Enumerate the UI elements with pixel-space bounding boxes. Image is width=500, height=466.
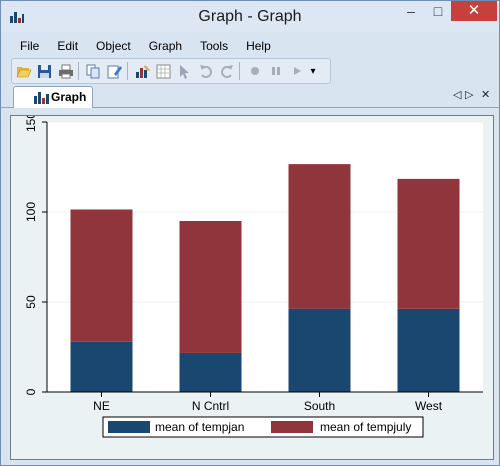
bar-tempjan-ne	[70, 341, 133, 392]
bar-tempjuly-ne	[70, 209, 133, 342]
pointer-button[interactable]	[175, 61, 194, 81]
menu-object[interactable]: Object	[87, 36, 140, 56]
save-button[interactable]	[35, 61, 54, 81]
menu-file[interactable]: File	[11, 36, 48, 56]
x-tick-label: NE	[93, 399, 110, 413]
toolbar: ▾	[11, 58, 331, 84]
print-icon	[58, 64, 73, 78]
tab-close-button[interactable]: ✕	[481, 88, 490, 101]
record-button[interactable]	[245, 61, 264, 81]
pause-icon	[271, 67, 280, 75]
x-tick-label: N Cntrl	[192, 399, 229, 413]
close-button[interactable]: ✕	[451, 1, 497, 21]
bar-tempjuly-south	[288, 164, 351, 309]
menu-bar: File Edit Object Graph Tools Help	[11, 36, 280, 56]
legend-label: mean of tempjan	[155, 420, 244, 434]
undo-icon	[199, 65, 212, 78]
x-tick-label: West	[415, 399, 443, 413]
document-tab-row: Graph ◁ ▷ ✕	[1, 85, 499, 108]
redo-icon	[220, 65, 233, 78]
maximize-button[interactable]: □	[425, 1, 451, 21]
bar-tempjan-west	[397, 308, 460, 392]
open-icon	[16, 67, 31, 78]
print-button[interactable]	[56, 61, 75, 81]
legend-label: mean of tempjuly	[320, 420, 411, 434]
title-bar[interactable]: Graph - Graph – □ ✕	[1, 1, 499, 32]
data-editor-icon	[156, 64, 171, 78]
minimize-button[interactable]: –	[397, 1, 425, 21]
graph-window: Graph - Graph – □ ✕ File Edit Object Gra…	[0, 0, 500, 466]
x-tick-label: South	[304, 399, 335, 413]
menu-tools[interactable]: Tools	[191, 36, 237, 56]
y-tick-label: 50	[24, 295, 38, 309]
menu-help[interactable]: Help	[237, 36, 280, 56]
play-button[interactable]	[287, 61, 306, 81]
bar-tempjan-n-cntrl	[179, 352, 242, 392]
y-tick-label: 0	[24, 388, 38, 395]
graph-canvas[interactable]: 0 50 100 150 NE N Cntrl South West mean of tempj…	[10, 112, 494, 460]
redo-button[interactable]	[217, 61, 236, 81]
bar-tempjuly-n-cntrl	[179, 221, 242, 353]
open-button[interactable]	[14, 61, 33, 81]
stacked-bar-chart: 0 50 100 150 NE N Cntrl South West mean of tempj…	[24, 112, 483, 438]
rename-icon	[107, 65, 122, 78]
data-editor-button[interactable]	[154, 61, 173, 81]
bar-tempjuly-west	[397, 178, 460, 309]
copy-button[interactable]	[84, 61, 103, 81]
graph-editor-icon	[135, 64, 150, 78]
tab-graph[interactable]: Graph	[13, 86, 93, 108]
pause-button[interactable]	[266, 61, 285, 81]
record-icon	[250, 67, 259, 75]
y-tick-label: 100	[24, 202, 38, 222]
toolbar-overflow-button[interactable]: ▾	[308, 61, 318, 81]
bar-chart-icon	[34, 92, 49, 104]
legend-swatch-tempjan	[108, 421, 150, 433]
pointer-icon	[180, 64, 189, 79]
legend-swatch-tempjuly	[271, 421, 313, 433]
save-icon	[38, 64, 51, 78]
tab-next-button[interactable]: ▷	[465, 88, 473, 101]
toolbar-separator	[239, 62, 240, 80]
play-icon	[293, 67, 301, 75]
bar-tempjan-south	[288, 308, 351, 392]
tab-label: Graph	[51, 90, 87, 104]
rename-button[interactable]	[105, 61, 124, 81]
toolbar-separator	[78, 62, 79, 80]
graph-editor-button[interactable]	[133, 61, 152, 81]
menu-graph[interactable]: Graph	[140, 36, 191, 56]
toolbar-separator	[127, 62, 128, 80]
tab-prev-button[interactable]: ◁	[453, 88, 461, 101]
y-tick-label: 150	[24, 116, 38, 132]
menu-edit[interactable]: Edit	[48, 36, 87, 56]
copy-icon	[86, 64, 100, 78]
undo-button[interactable]	[196, 61, 215, 81]
